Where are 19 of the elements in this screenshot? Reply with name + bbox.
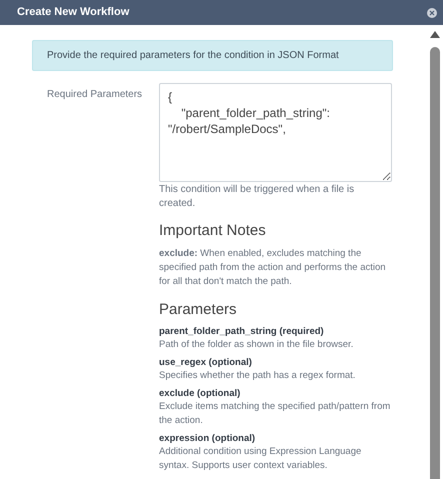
parameter-description: Additional condition using Expression Language syntax. Supports user context variables. [159, 445, 362, 473]
window-title: Create New Workflow [17, 5, 130, 20]
parameter-description: Path of the folder as shown in the file browser. [159, 338, 354, 352]
parameter-name: exclude (optional) [159, 387, 242, 400]
parameter-name: expression (optional) [159, 432, 256, 445]
parameter-description: Specifies whether the path has a regex format. [159, 369, 356, 383]
help-text: This condition will be triggered when a file is created. [159, 183, 356, 211]
parameters-heading: Parameters [159, 300, 238, 320]
field-label: Required Parameters [46, 88, 144, 102]
parameter-description: Exclude items matching the specified path/pattern from the action. [159, 400, 392, 428]
close-icon[interactable] [427, 8, 437, 18]
scrollbar-thumb[interactable] [430, 47, 440, 479]
parameter-name: parent_folder_path_string (required) [159, 325, 325, 338]
note-text: exclude: When enabled, excludes matching the specified path from the action and performs the action for all that don't match the path. [159, 246, 387, 288]
json-input-field[interactable]: { "parent_folder_path_string": "/robert/SampleDocs", [159, 83, 392, 182]
scroll-up-icon[interactable] [430, 31, 440, 38]
parameter-name: use_regex (optional) [159, 356, 253, 369]
info-alert: Provide the required parameters for the condition in JSON Format [32, 40, 393, 71]
notes-heading: Important Notes [159, 221, 267, 241]
